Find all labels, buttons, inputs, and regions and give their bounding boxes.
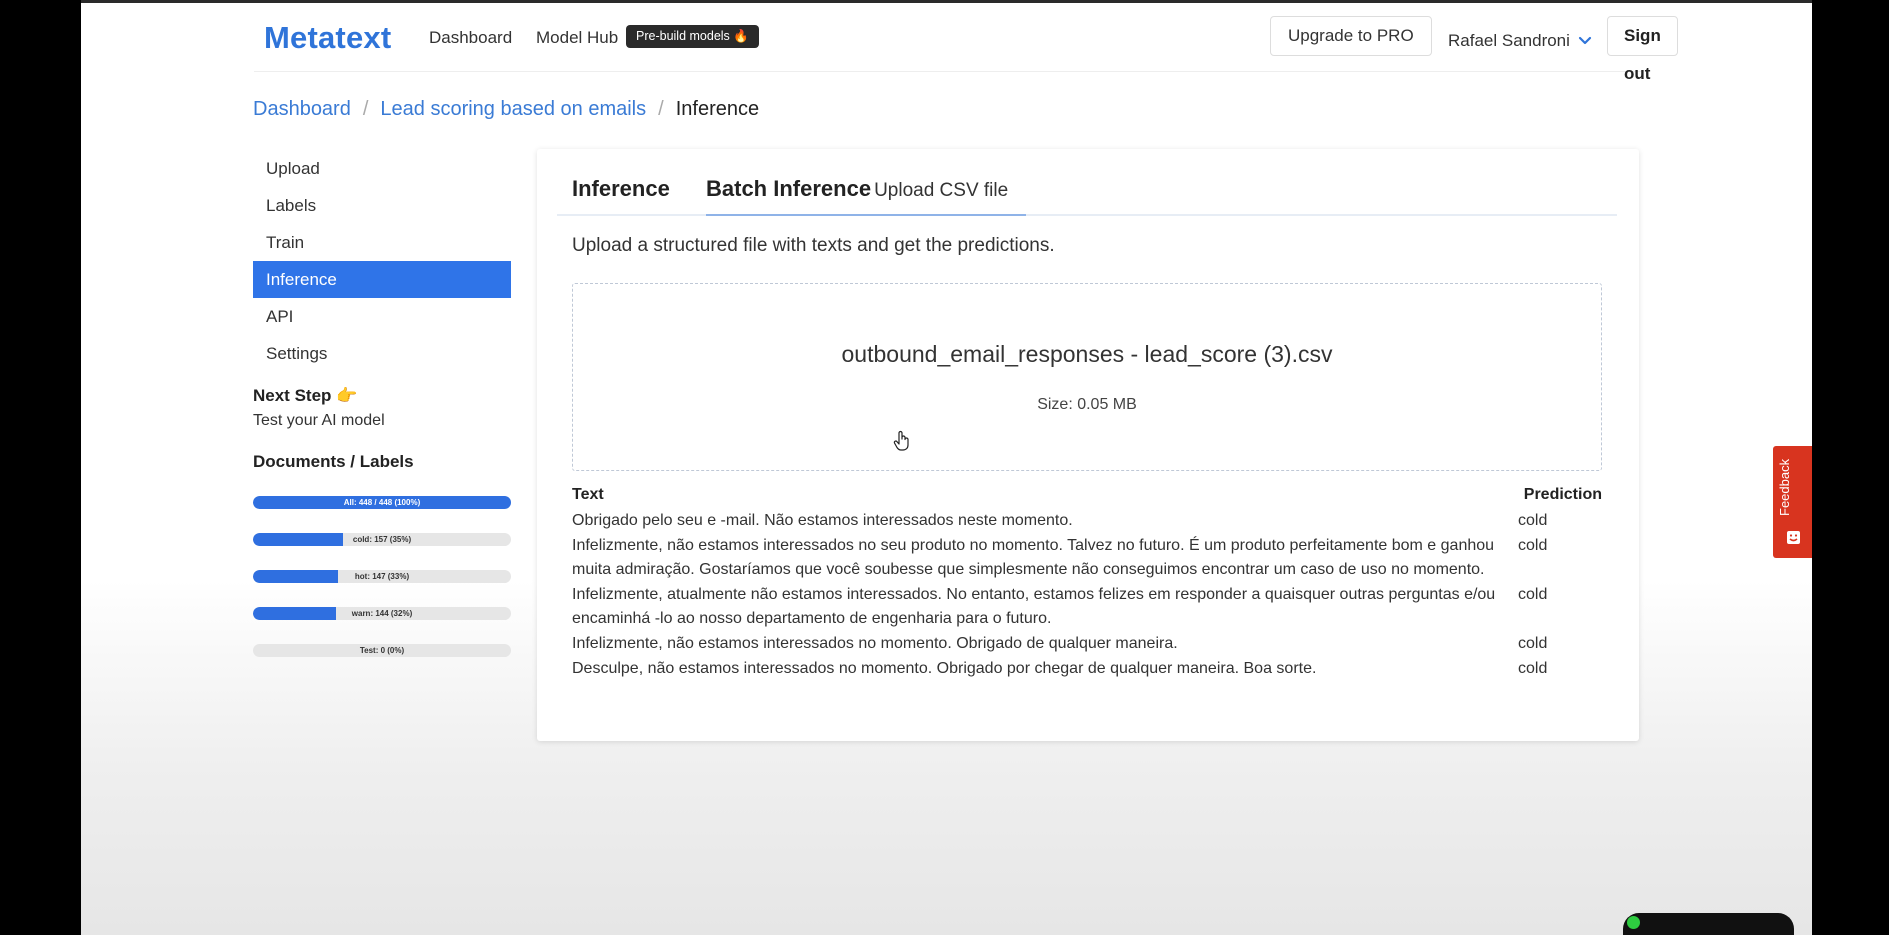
table-row: Infelizmente, não estamos interessados n… — [572, 534, 1602, 583]
breadcrumb-project[interactable]: Lead scoring based on emails — [380, 98, 646, 121]
row-text: Infelizmente, não estamos interessados n… — [572, 536, 1495, 579]
documents-labels-title: Documents / Labels — [253, 452, 414, 471]
progress-all: All: 448 / 448 (100%) — [253, 496, 511, 509]
column-header-text: Text — [572, 486, 604, 503]
row-prediction: cold — [1518, 659, 1548, 677]
sidebar-item-settings[interactable]: Settings — [253, 335, 511, 372]
breadcrumb-separator: / — [658, 98, 664, 120]
sidebar-item-train[interactable]: Train — [253, 224, 511, 261]
next-step-title: Next Step 👉 — [253, 386, 358, 405]
table-row: Infelizmente, atualmente não estamos int… — [572, 583, 1602, 632]
progress-label: All: 448 / 448 (100%) — [343, 498, 421, 507]
online-status-dot — [1627, 916, 1640, 929]
sidebar: Upload Labels Train Inference API Settin… — [253, 150, 511, 657]
row-text: Infelizmente, atualmente não estamos int… — [572, 585, 1496, 628]
row-prediction: cold — [1518, 512, 1548, 529]
uploaded-file-size: Size: 0.05 MB — [1037, 396, 1137, 413]
progress-test: Test: 0 (0%) — [253, 644, 511, 657]
hand-cursor-icon — [893, 430, 909, 451]
column-header-prediction: Prediction — [1523, 486, 1602, 503]
chevron-down-icon[interactable] — [1578, 33, 1592, 47]
row-prediction: cold — [1518, 634, 1548, 652]
file-dropzone[interactable]: outbound_email_responses - lead_score (3… — [572, 283, 1602, 471]
breadcrumb-dashboard[interactable]: Dashboard — [253, 98, 351, 121]
row-text: Desculpe, não estamos interessados no mo… — [572, 659, 1317, 677]
user-menu[interactable]: Rafael Sandroni — [1448, 31, 1570, 51]
table-row: Infelizmente, não estamos interessados n… — [572, 632, 1602, 657]
chat-widget[interactable] — [1623, 913, 1794, 935]
brand-logo[interactable]: Metatext — [264, 20, 391, 56]
feedback-icon — [1787, 531, 1800, 544]
upgrade-button[interactable]: Upgrade to PRO — [1270, 16, 1432, 56]
upload-description: Upload a structured file with texts and … — [572, 235, 1055, 256]
nav-dashboard-link[interactable]: Dashboard — [429, 28, 512, 48]
next-step-link[interactable]: Test your AI model — [253, 412, 511, 430]
row-text: Obrigado pelo seu e -mail. Não estamos i… — [572, 512, 1073, 529]
inference-card: Inference Batch Inference Upload CSV file… — [537, 149, 1639, 741]
app-window: Metatext Dashboard Model Hub Pre-build m… — [81, 0, 1812, 935]
row-prediction: cold — [1518, 585, 1548, 603]
prebuild-models-badge[interactable]: Pre-build models 🔥 — [626, 25, 759, 48]
tab-batch-sublabel: Upload CSV file — [874, 180, 1009, 201]
tab-inference[interactable]: Inference — [572, 176, 670, 202]
row-text: Infelizmente, não estamos interessados n… — [572, 634, 1178, 652]
results-header: Text Prediction — [572, 486, 1602, 509]
prediction-results-table: Text Prediction Obrigado pelo seu e -mai… — [572, 486, 1602, 681]
progress-cold: cold: 157 (35%) — [253, 533, 511, 546]
top-border — [81, 0, 1812, 3]
breadcrumb-current: Inference — [675, 98, 760, 120]
signout-button[interactable]: Sign out — [1607, 16, 1678, 83]
tab-bar: Inference Batch Inference Upload CSV file — [557, 176, 1617, 216]
uploaded-file-name: outbound_email_responses - lead_score (3… — [841, 341, 1333, 367]
progress-warn: warn: 144 (32%) — [253, 607, 511, 620]
table-row: Obrigado pelo seu e -mail. Não estamos i… — [572, 509, 1602, 534]
breadcrumb-separator: / — [362, 98, 369, 120]
feedback-tab[interactable]: Feedback — [1773, 446, 1812, 558]
progress-hot: hot: 147 (33%) — [253, 570, 511, 583]
table-row: Desculpe, não estamos interessados no mo… — [572, 657, 1602, 682]
sidebar-item-inference[interactable]: Inference — [253, 261, 511, 298]
row-prediction: cold — [1518, 536, 1548, 554]
progress-label: warn: 144 (32%) — [351, 609, 413, 618]
navbar: Metatext Dashboard Model Hub Pre-build m… — [254, 14, 1678, 83]
progress-label: Test: 0 (0%) — [359, 646, 405, 655]
progress-label: cold: 157 (35%) — [352, 535, 412, 544]
sidebar-item-api[interactable]: API — [253, 298, 511, 335]
nav-model-hub-link[interactable]: Model Hub — [536, 28, 618, 48]
sidebar-item-labels[interactable]: Labels — [253, 187, 511, 224]
progress-label: hot: 147 (33%) — [354, 572, 410, 581]
sidebar-item-upload[interactable]: Upload — [253, 150, 511, 187]
feedback-label: Feedback — [1777, 458, 1792, 516]
tab-batch-inference[interactable]: Batch Inference Upload CSV file — [706, 176, 1027, 216]
breadcrumb: Dashboard / Lead scoring based on emails / I… — [253, 98, 759, 121]
tab-batch-label: Batch Inference — [706, 176, 872, 201]
